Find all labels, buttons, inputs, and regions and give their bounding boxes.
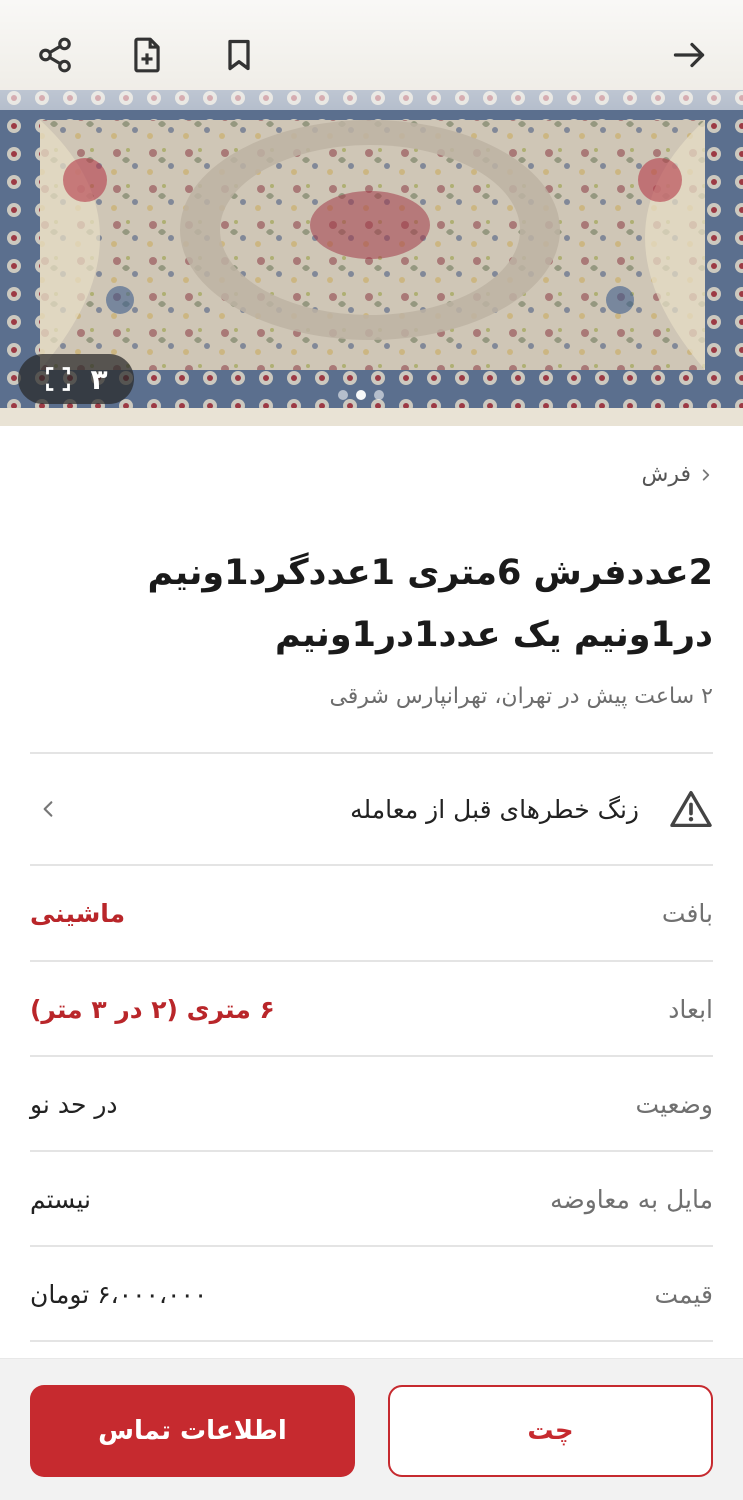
contact-info-button[interactable]: اطلاعات تماس (30, 1385, 355, 1477)
back-arrow-icon (673, 42, 705, 68)
toolbar-backdrop (0, 0, 743, 110)
gallery-pagination (338, 390, 384, 400)
warning-triangle-icon (670, 791, 712, 827)
detail-label: قیمت (654, 1279, 714, 1309)
bookmark-button[interactable] (214, 30, 264, 80)
detail-label: بافت (661, 898, 713, 928)
warning-content: زنگ خطرهای قبل از معامله (350, 789, 713, 829)
detail-value: ۶ متری (۲ در ۳ متر) (30, 994, 275, 1024)
detail-label: وضعیت (635, 1089, 713, 1119)
detail-label: ابعاد (668, 994, 713, 1024)
gallery-count-badge[interactable]: ۳ (18, 354, 134, 404)
divider (30, 1340, 713, 1342)
add-note-button[interactable] (122, 30, 172, 80)
detail-row-dimensions: ۶ متری (۲ در ۳ متر) ابعاد (30, 962, 713, 1056)
detail-value: ماشینی (30, 898, 126, 928)
chevron-left-icon (43, 801, 53, 817)
listing-time-location: ۲ ساعت پیش در تهران، تهرانپارس شرقی (329, 684, 713, 709)
chevron-right-icon (702, 468, 710, 481)
detail-row-weave: ماشینی بافت (30, 866, 713, 960)
warning-label: زنگ خطرهای قبل از معامله (350, 794, 639, 824)
add-note-icon (134, 37, 160, 73)
back-button[interactable] (664, 30, 714, 80)
detail-value: نیستم (30, 1184, 91, 1214)
detail-row-exchange: نیستم مایل به معاوضه (30, 1152, 713, 1246)
detail-row-price: ۶،۰۰۰،۰۰۰ تومان قیمت (30, 1247, 713, 1341)
action-bar: اطلاعات تماس چت (0, 1358, 743, 1500)
share-icon (39, 37, 71, 73)
listing-image[interactable]: ۳ (0, 0, 743, 426)
breadcrumb-label: فرش (641, 462, 691, 487)
price-value: ۶،۰۰۰،۰۰۰ تومان (30, 1279, 208, 1309)
share-button[interactable] (30, 30, 80, 80)
fullscreen-icon (46, 367, 71, 391)
pagination-dot[interactable] (356, 390, 366, 400)
safety-warning-row[interactable]: زنگ خطرهای قبل از معامله (30, 754, 713, 864)
chat-button[interactable]: چت (388, 1385, 713, 1477)
detail-row-condition: در حد نو وضعیت (30, 1057, 713, 1151)
bookmark-icon (228, 39, 250, 71)
breadcrumb[interactable]: فرش (641, 462, 713, 487)
listing-title: 2عددفرش 6متری 1عددگرد1ونیم در1ونیم یک عد… (147, 553, 713, 655)
detail-label: مایل به معاوضه (550, 1184, 713, 1214)
detail-value: در حد نو (30, 1089, 118, 1119)
pagination-dot[interactable] (338, 390, 348, 400)
gallery-count: ۳ (90, 362, 108, 396)
pagination-dot[interactable] (374, 390, 384, 400)
